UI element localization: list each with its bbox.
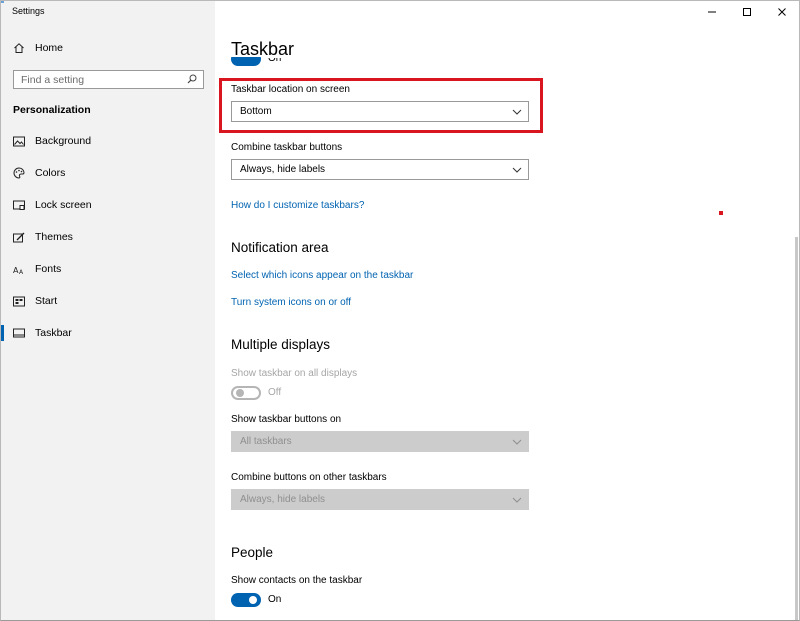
notification-area-title: Notification area [231, 240, 329, 255]
search-box[interactable] [13, 70, 204, 89]
toggle-state-label: On [268, 594, 282, 605]
lock-taskbar-toggle[interactable] [231, 57, 261, 67]
brush-icon [13, 231, 25, 243]
chevron-down-icon [512, 497, 522, 503]
sidebar-item-label: Taskbar [35, 327, 72, 339]
settings-window: Settings Home Personalization Background [0, 0, 800, 621]
red-marker [719, 211, 723, 215]
sidebar-item-label: Themes [35, 231, 73, 243]
show-contacts-toggle[interactable] [231, 593, 261, 607]
dropdown-value: All taskbars [240, 436, 292, 447]
chevron-down-icon [512, 109, 522, 115]
sidebar-item-label: Start [35, 295, 58, 307]
window-edge-mark [1, 1, 4, 3]
font-icon: AA [13, 263, 25, 275]
main-content: Taskbar On Taskbar location on screen Bo… [215, 1, 799, 620]
dropdown-value: Always, hide labels [240, 164, 326, 175]
palette-icon [13, 167, 25, 179]
select-icons-link[interactable]: Select which icons appear on the taskbar [231, 270, 413, 281]
sidebar-item-label: Lock screen [35, 199, 92, 211]
sidebar-item-lock-screen[interactable]: Lock screen [1, 192, 215, 218]
taskbar-icon [13, 327, 25, 339]
show-all-displays-toggle[interactable] [231, 386, 261, 400]
lock-screen-icon [13, 199, 25, 211]
picture-icon [13, 135, 25, 147]
dropdown-value: Bottom [240, 106, 272, 117]
sidebar-item-colors[interactable]: Colors [1, 160, 215, 186]
sidebar: Settings Home Personalization Background [1, 1, 215, 620]
taskbar-location-dropdown[interactable]: Bottom [231, 101, 529, 122]
combine-other-label: Combine buttons on other taskbars [231, 472, 387, 483]
toggle-state-label: Off [268, 387, 282, 398]
combine-buttons-label: Combine taskbar buttons [231, 142, 343, 153]
show-buttons-on-dropdown[interactable]: All taskbars [231, 431, 529, 452]
taskbar-location-label: Taskbar location on screen [231, 84, 350, 95]
svg-text:A: A [19, 269, 24, 275]
chevron-down-icon [512, 439, 522, 445]
vertical-scrollbar[interactable] [795, 237, 798, 620]
system-icons-link[interactable]: Turn system icons on or off [231, 297, 351, 308]
sidebar-item-background[interactable]: Background [1, 128, 215, 154]
sidebar-item-start[interactable]: Start [1, 288, 215, 314]
sidebar-item-label: Home [35, 42, 64, 54]
show-all-displays-label: Show taskbar on all displays [231, 368, 358, 379]
sidebar-item-fonts[interactable]: AA Fonts [1, 256, 215, 282]
start-icon [13, 295, 25, 307]
toggle-state-label: On [268, 58, 282, 64]
combine-buttons-dropdown[interactable]: Always, hide labels [231, 159, 529, 180]
combine-other-dropdown[interactable]: Always, hide labels [231, 489, 529, 510]
sidebar-item-label: Background [35, 135, 92, 147]
sidebar-item-themes[interactable]: Themes [1, 224, 215, 250]
sidebar-item-label: Colors [35, 167, 66, 179]
chevron-down-icon [512, 167, 522, 173]
home-icon [13, 42, 25, 54]
sidebar-item-taskbar[interactable]: Taskbar [1, 320, 215, 346]
people-title: People [231, 545, 274, 560]
dropdown-value: Always, hide labels [240, 494, 326, 505]
show-buttons-on-label: Show taskbar buttons on [231, 414, 342, 425]
customize-taskbars-link[interactable]: How do I customize taskbars? [231, 200, 364, 211]
section-title-personalization: Personalization [13, 104, 91, 116]
show-contacts-label: Show contacts on the taskbar [231, 575, 363, 586]
multiple-displays-title: Multiple displays [231, 337, 331, 352]
sidebar-item-label: Fonts [35, 263, 62, 275]
window-title: Settings [12, 6, 45, 16]
sidebar-item-home[interactable]: Home [1, 35, 215, 61]
search-input[interactable] [21, 73, 171, 86]
search-icon[interactable] [187, 71, 197, 89]
